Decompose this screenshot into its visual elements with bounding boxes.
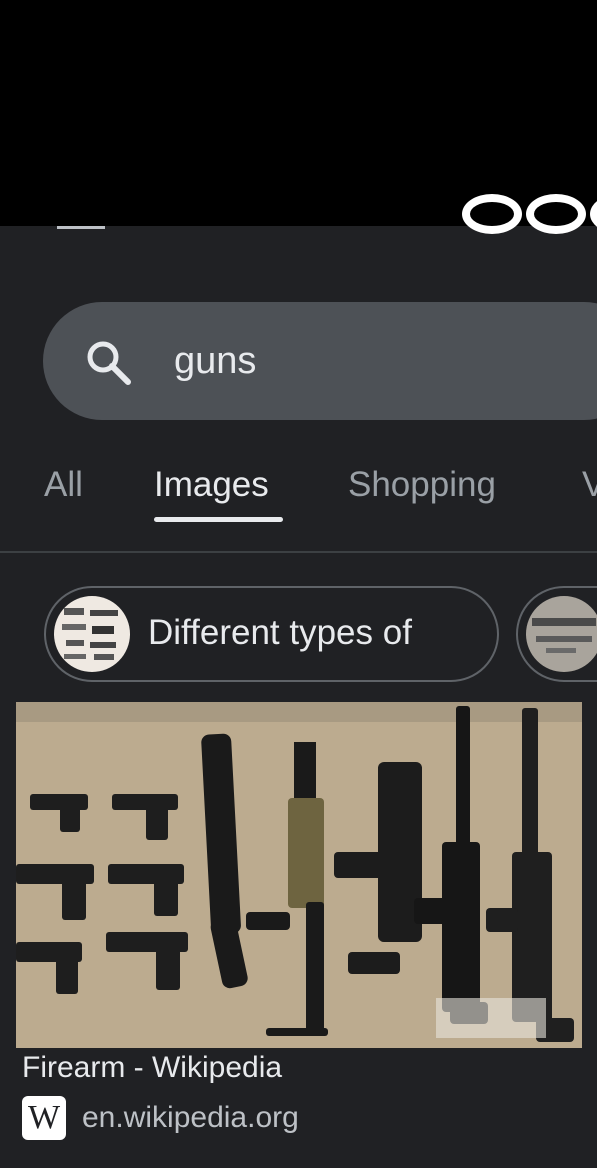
result-domain[interactable]: en.wikipedia.org — [82, 1098, 299, 1138]
result-image-firearms[interactable] — [16, 702, 582, 1048]
result-title[interactable]: Firearm - Wikipedia — [22, 1048, 282, 1088]
chip-thumbnail-image — [526, 596, 597, 672]
wikipedia-w-icon: W — [22, 1096, 66, 1140]
tab-videos[interactable]: V — [582, 462, 597, 508]
tab-all[interactable]: All — [44, 462, 83, 508]
chip-next[interactable] — [516, 586, 597, 682]
search-icon[interactable] — [82, 336, 134, 388]
redacted-region — [0, 0, 597, 226]
tab-images[interactable]: Images — [154, 462, 269, 508]
google-image-search-page: guns All Images Shopping V Different typ… — [0, 0, 597, 1168]
tabs-divider — [0, 551, 597, 553]
chip-label: Different types of — [148, 613, 412, 652]
chip-thumbnail-image — [54, 596, 130, 672]
tab-shopping[interactable]: Shopping — [348, 462, 496, 508]
hamburger-menu-icon[interactable] — [57, 226, 105, 229]
active-tab-indicator — [154, 517, 283, 522]
search-input[interactable]: guns — [174, 336, 256, 386]
chip-different-types[interactable]: Different types of — [44, 586, 499, 682]
google-logo[interactable] — [462, 194, 597, 246]
